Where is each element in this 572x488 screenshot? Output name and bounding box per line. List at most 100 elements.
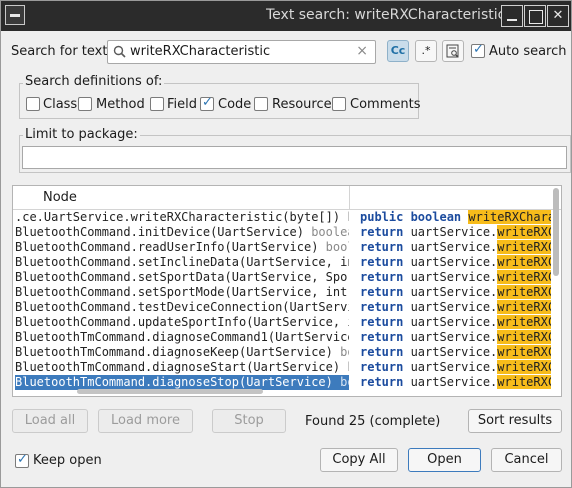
auto-search-checkbox[interactable] <box>471 42 485 58</box>
table-row[interactable]: BluetoothCommand.testDeviceConnection(Ua… <box>13 300 561 315</box>
row-code-keyword: return <box>360 315 411 329</box>
clear-search-icon[interactable]: × <box>356 43 368 59</box>
resource-checkbox[interactable] <box>254 97 268 111</box>
row-code-text: uartService. <box>410 255 498 269</box>
row-code-keyword: return <box>360 225 411 239</box>
row-code-cell: public boolean writeRXCharac <box>360 210 551 225</box>
row-node-cell: BluetoothTmCommand.diagnoseStop(UartServ… <box>15 375 349 390</box>
row-code-text: uartService. <box>410 315 498 329</box>
row-code-keyword: return <box>360 285 411 299</box>
load-more-button[interactable]: Load more <box>98 409 193 433</box>
table-row[interactable]: BluetoothCommand.updateSportInfo(UartSer… <box>13 315 561 330</box>
minimize-icon[interactable] <box>501 5 523 27</box>
match-case-toggle[interactable]: Cc <box>387 40 409 62</box>
row-code-match: writeRXCh <box>497 285 551 299</box>
row-node-cell: BluetoothCommand.setSportData(UartServic… <box>15 270 349 285</box>
row-node-signature: boo <box>340 210 349 224</box>
row-code-text: uartService. <box>410 345 498 359</box>
row-node-text: BluetoothCommand.setInclineData(UartServ… <box>15 255 349 269</box>
window-title: Text search: writeRXCharacteristic <box>266 7 501 23</box>
table-row[interactable]: BluetoothCommand.setSportData(UartServic… <box>13 270 561 285</box>
stop-button[interactable]: Stop <box>212 409 286 433</box>
row-node-text: BluetoothCommand.readUserInfo(UartServic… <box>15 240 319 254</box>
table-row[interactable]: .ce.UartService.writeRXCharacteristic(by… <box>13 210 561 225</box>
load-all-button[interactable]: Load all <box>12 409 88 433</box>
keep-open-checkbox[interactable] <box>15 452 29 468</box>
open-button[interactable]: Open <box>408 448 481 472</box>
row-code-match: writeRXCh <box>497 345 551 359</box>
limit-package-title: Limit to package: <box>23 127 140 142</box>
table-row[interactable]: BluetoothTmCommand.diagnoseCommand1(Uart… <box>13 330 561 345</box>
row-code-text: uartService. <box>410 225 498 239</box>
row-code-keyword: return <box>360 300 411 314</box>
row-code-cell: return uartService.writeRXCh <box>360 225 551 240</box>
row-node-text: BluetoothTmCommand.diagnoseKeep(UartServ… <box>15 345 333 359</box>
search-input[interactable]: writeRXCharacteristic × <box>107 40 376 64</box>
method-checkbox[interactable] <box>78 97 92 111</box>
auto-search-label: Auto search <box>489 44 567 59</box>
row-node-cell: BluetoothCommand.initDevice(UartService)… <box>15 225 349 240</box>
table-row[interactable]: BluetoothTmCommand.diagnoseKeep(UartServ… <box>13 345 561 360</box>
column-divider[interactable] <box>349 186 350 210</box>
search-label: Search for text: <box>11 44 112 59</box>
row-code-text: uartService. <box>410 360 498 374</box>
row-node-text: BluetoothCommand.initDevice(UartService) <box>15 225 304 239</box>
table-row[interactable]: BluetoothCommand.setSportMode(UartServic… <box>13 285 561 300</box>
row-code-keyword: return <box>360 360 411 374</box>
field-checkbox[interactable] <box>150 97 164 111</box>
row-code-keyword: public boolean <box>360 210 469 224</box>
copy-all-button[interactable]: Copy All <box>320 448 398 472</box>
file-search-icon <box>446 44 459 58</box>
row-code-match: writeRXCh <box>497 270 551 284</box>
row-code-cell: return uartService.writeRXCh <box>360 315 551 330</box>
row-code-cell: return uartService.writeRXCh <box>360 270 551 285</box>
row-node-text: BluetoothCommand.setSportData(UartServic… <box>15 270 349 284</box>
row-code-text: uartService. <box>410 270 498 284</box>
code-label: Code <box>218 97 252 112</box>
keep-open-label: Keep open <box>33 453 102 468</box>
title-bar: Text search: writeRXCharacteristic ✕ <box>1 1 571 31</box>
row-code-cell: return uartService.writeRXCh <box>360 345 551 360</box>
table-row[interactable]: BluetoothCommand.initDevice(UartService)… <box>13 225 561 240</box>
horizontal-scroll-thumb[interactable] <box>77 389 263 394</box>
row-node-signature: boole <box>325 240 349 254</box>
maximize-icon[interactable] <box>524 5 546 27</box>
vertical-scroll-thumb[interactable] <box>553 188 559 276</box>
table-row[interactable]: BluetoothCommand.setInclineData(UartServ… <box>13 255 561 270</box>
regex-toggle[interactable]: .* <box>415 40 437 62</box>
row-code-match: writeRXCh <box>497 330 551 344</box>
cancel-button[interactable]: Cancel <box>491 448 562 472</box>
sort-results-button[interactable]: Sort results <box>468 409 562 433</box>
field-label: Field <box>167 97 198 112</box>
active-tab-only-toggle[interactable] <box>442 40 464 62</box>
table-row[interactable]: BluetoothCommand.readUserInfo(UartServic… <box>13 240 561 255</box>
close-icon[interactable]: ✕ <box>547 5 569 27</box>
row-node-text: BluetoothTmCommand.diagnoseCommand1(Uart… <box>15 330 349 344</box>
comments-label: Comments <box>350 97 421 112</box>
row-code-cell: return uartService.writeRXCh <box>360 375 551 390</box>
row-node-text: .ce.UartService.writeRXCharacteristic(by… <box>15 210 341 224</box>
table-row[interactable]: BluetoothTmCommand.diagnoseStop(UartServ… <box>13 375 561 390</box>
node-column-header[interactable]: Node <box>43 190 77 205</box>
row-code-cell: return uartService.writeRXCh <box>360 255 551 270</box>
row-node-cell: BluetoothTmCommand.diagnoseCommand1(Uart… <box>15 330 349 345</box>
results-table[interactable]: Node .ce.UartService.writeRXCharacterist… <box>12 185 562 397</box>
resource-label: Resource <box>272 97 332 112</box>
row-code-match: writeRXCh <box>497 375 551 389</box>
table-row[interactable]: BluetoothTmCommand.diagnoseStart(UartSer… <box>13 360 561 375</box>
row-node-signature: bo <box>340 360 349 374</box>
row-code-keyword: return <box>360 345 411 359</box>
code-checkbox[interactable] <box>200 95 214 111</box>
row-code-keyword: return <box>360 255 411 269</box>
row-node-signature: boo <box>340 375 349 389</box>
row-code-match: writeRXCh <box>497 300 551 314</box>
class-checkbox[interactable] <box>26 97 40 111</box>
row-node-text: BluetoothCommand.setSportMode(UartServic… <box>15 285 349 299</box>
window-menu-icon[interactable] <box>5 5 25 25</box>
vertical-scrollbar[interactable] <box>552 186 560 396</box>
comments-checkbox[interactable] <box>332 97 346 111</box>
row-code-cell: return uartService.writeRXCh <box>360 285 551 300</box>
package-input[interactable] <box>22 146 567 169</box>
row-code-match: writeRXCh <box>497 225 551 239</box>
row-code-cell: return uartService.writeRXCh <box>360 330 551 345</box>
